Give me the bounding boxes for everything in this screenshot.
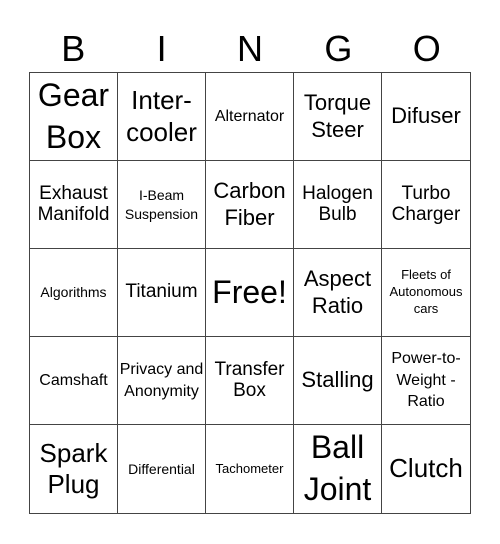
bingo-cell[interactable]: Difuser <box>382 73 470 161</box>
bingo-cell[interactable]: Inter-cooler <box>118 73 206 161</box>
bingo-cell-label: Halogen Bulb <box>302 182 373 225</box>
bingo-cell[interactable]: Gear Box <box>30 73 118 161</box>
bingo-cell-label: Torque Steer <box>303 90 372 142</box>
bingo-cell-label: Free! <box>212 273 287 310</box>
bingo-cell[interactable]: Halogen Bulb <box>294 161 382 249</box>
bingo-cell-label: Clutch <box>389 453 463 484</box>
bingo-cell[interactable]: Camshaft <box>30 337 118 425</box>
bingo-cell-label: Carbon Fiber <box>213 178 286 230</box>
bingo-cell-label: Aspect Ratio <box>303 266 372 318</box>
bingo-cell[interactable]: Carbon Fiber <box>206 161 294 249</box>
bingo-cell[interactable]: Torque Steer <box>294 73 382 161</box>
bingo-cell[interactable]: Exhaust Manifold <box>30 161 118 249</box>
bingo-cell-label: Power-to-Weight - Ratio <box>391 350 461 411</box>
bingo-cell[interactable]: I-Beam Suspension <box>118 161 206 249</box>
header-letter-g: G <box>324 28 353 69</box>
free-space-cell[interactable]: Free! <box>206 249 294 337</box>
bingo-cell-label: Transfer Box <box>214 358 285 401</box>
header-letter-n: N <box>236 28 263 69</box>
bingo-cell[interactable]: Power-to-Weight - Ratio <box>382 337 470 425</box>
bingo-cell[interactable]: Stalling <box>294 337 382 425</box>
bingo-cell[interactable]: Transfer Box <box>206 337 294 425</box>
bingo-cell[interactable]: Privacy and Anonymity <box>118 337 206 425</box>
bingo-cell-label: Fleets of Autonomous cars <box>389 267 463 316</box>
bingo-cell[interactable]: Ball Joint <box>294 425 382 513</box>
header-letter-i: I <box>156 28 167 69</box>
bingo-card-grid: Gear Box Inter-cooler Alternator Torque Ste… <box>29 72 471 514</box>
bingo-cell[interactable]: Algorithms <box>30 249 118 337</box>
bingo-cell[interactable]: Clutch <box>382 425 470 513</box>
bingo-cell[interactable]: Fleets of Autonomous cars <box>382 249 470 337</box>
bingo-cell-label: Titanium <box>125 281 198 303</box>
bingo-cell-label: Differential <box>128 460 195 477</box>
bingo-cell-label: Privacy and Anonymity <box>119 360 204 400</box>
bingo-cell-label: Gear Box <box>37 76 110 155</box>
bingo-cell[interactable]: Turbo Charger <box>382 161 470 249</box>
bingo-cell-label: Stalling <box>301 367 374 393</box>
bingo-cell-label: Inter-cooler <box>126 85 197 147</box>
bingo-cell-label: Difuser <box>391 103 461 129</box>
bingo-cell-label: Camshaft <box>39 371 108 389</box>
bingo-cell-label: I-Beam Suspension <box>124 187 199 222</box>
bingo-cell-label: Turbo Charger <box>391 182 461 225</box>
bingo-header: B I N G O <box>29 26 471 72</box>
bingo-cell[interactable]: Tachometer <box>206 425 294 513</box>
bingo-cell-label: Exhaust Manifold <box>37 182 110 225</box>
bingo-cell[interactable]: Alternator <box>206 73 294 161</box>
bingo-cell[interactable]: Spark Plug <box>30 425 118 513</box>
bingo-cell[interactable]: Differential <box>118 425 206 513</box>
bingo-cell-label: Ball Joint <box>303 429 372 507</box>
bingo-cell[interactable]: Titanium <box>118 249 206 337</box>
bingo-cell-label: Alternator <box>214 107 285 125</box>
header-letter-o: O <box>412 28 441 69</box>
bingo-cell-label: Tachometer <box>215 460 284 476</box>
bingo-cell-label: Spark Plug <box>39 437 108 499</box>
header-letter-b: B <box>61 28 86 69</box>
bingo-cell-label: Algorithms <box>40 284 107 301</box>
bingo-cell[interactable]: Aspect Ratio <box>294 249 382 337</box>
